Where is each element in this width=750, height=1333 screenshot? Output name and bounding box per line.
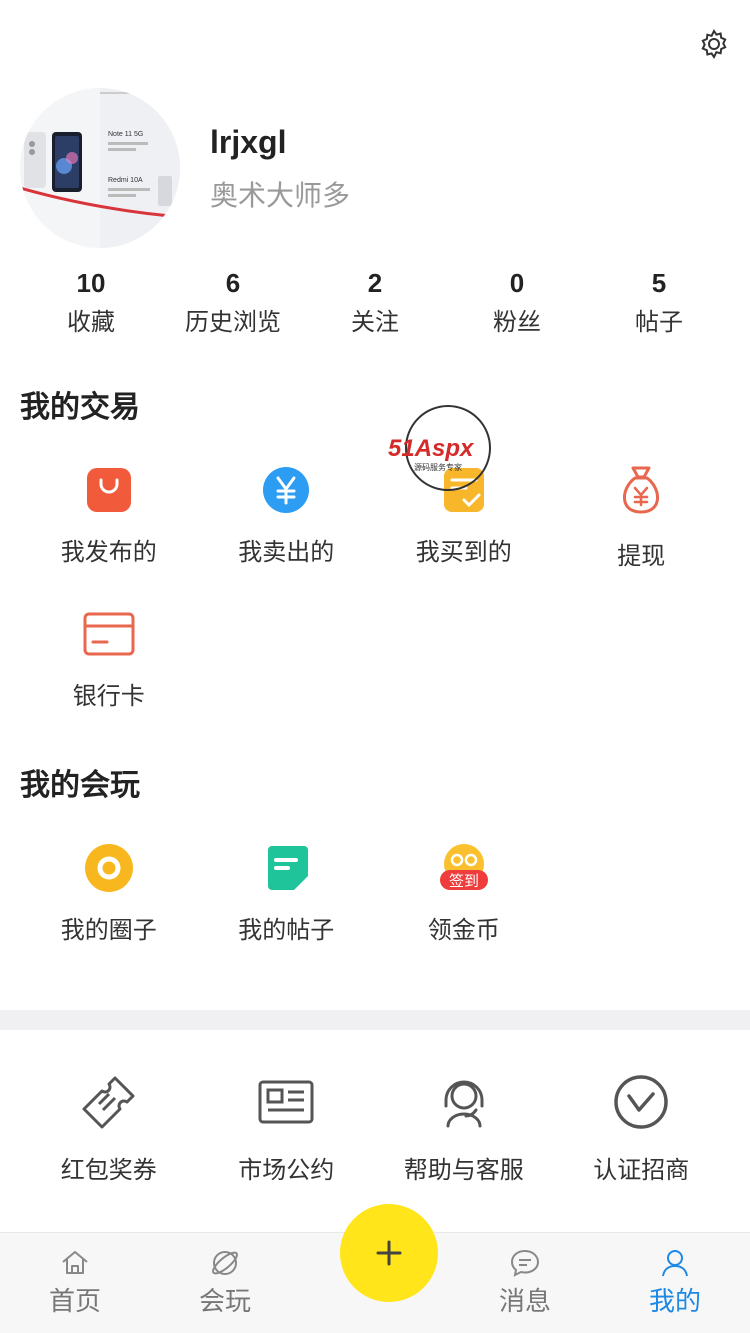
grid-item-label: 我的圈子 (60, 916, 157, 944)
stat-number: 0 (509, 268, 525, 298)
grid-item-coins[interactable]: 签到 领金币 (375, 840, 553, 984)
message-icon (509, 1247, 541, 1279)
user-bio: 奥术大师多 (210, 179, 351, 212)
play-grid: 我的圈子 我的帖子 签到 领金币 (20, 840, 730, 984)
tab-play[interactable]: 会玩 (150, 1233, 300, 1333)
username: lrjxgl (210, 124, 287, 160)
plus-icon (376, 1240, 402, 1266)
grid-item-label: 领金币 (427, 916, 500, 944)
tools-row: 红包奖券 市场公约 帮助与客服 认证招商 (20, 1072, 730, 1185)
watermark-brand: 51Aspx (388, 435, 475, 462)
grid-item-sold[interactable]: 我卖出的 (198, 462, 376, 606)
user-icon (659, 1247, 691, 1279)
tool-label: 认证招商 (593, 1156, 690, 1184)
trade-grid: 我发布的 我卖出的 我买到的 提现 银行卡 (20, 462, 730, 750)
stat-label: 历史浏览 (185, 308, 281, 336)
grid-item-label: 我卖出的 (238, 538, 335, 566)
stat-number: 2 (367, 268, 383, 298)
grid-item-label: 我发布的 (60, 538, 157, 566)
grid-item-withdraw[interactable]: 提现 (553, 462, 731, 606)
tool-market-rules[interactable]: 市场公约 (198, 1072, 376, 1185)
tab-label: 首页 (48, 1287, 101, 1317)
tool-help-service[interactable]: 帮助与客服 (375, 1072, 553, 1185)
stat-label: 粉丝 (493, 308, 541, 336)
post-note-icon (258, 840, 314, 896)
stat-favorites[interactable]: 10 收藏 (20, 266, 162, 346)
tool-label: 红包奖券 (60, 1156, 157, 1184)
stat-posts[interactable]: 5 帖子 (588, 266, 730, 346)
grid-item-my-circle[interactable]: 我的圈子 (20, 840, 198, 984)
section-title-play: 我的会玩 (20, 768, 140, 803)
tool-verify-merchant[interactable]: 认证招商 (553, 1072, 731, 1185)
tab-mine[interactable]: 我的 (600, 1233, 750, 1333)
sign-in-coin-icon: 签到 (436, 840, 492, 896)
yen-coin-icon (258, 462, 314, 518)
grid-item-label: 我买到的 (415, 538, 512, 566)
stat-number: 6 (225, 268, 241, 298)
grid-item-label: 银行卡 (72, 682, 145, 710)
home-icon (59, 1247, 91, 1279)
stats-row: 10 收藏 6 历史浏览 2 关注 0 粉丝 5 帖子 (20, 266, 730, 346)
coin-badge-text: 签到 (449, 872, 479, 890)
publish-fab-button[interactable] (340, 1204, 438, 1302)
grid-item-label: 我的帖子 (238, 916, 335, 944)
circle-icon (81, 840, 137, 896)
tab-label: 我的 (648, 1287, 701, 1317)
tool-label: 帮助与客服 (403, 1156, 524, 1184)
section-divider (0, 1010, 750, 1030)
verified-v-icon (611, 1072, 671, 1132)
stat-number: 10 (76, 268, 106, 298)
money-bag-icon (613, 462, 669, 518)
stat-number: 5 (651, 268, 667, 298)
avatar[interactable]: Note 11 5G Redmi 10A (20, 88, 180, 248)
watermark-logo: 51Aspx 源码服务专家 (388, 404, 512, 494)
profile-header[interactable]: Note 11 5G Redmi 10A lrjxgl 奥术大师多 (20, 88, 730, 248)
grid-item-my-posts[interactable]: 我的帖子 (198, 840, 376, 984)
tab-label: 会玩 (198, 1287, 251, 1317)
headset-icon (434, 1072, 494, 1132)
grid-item-label: 提现 (617, 542, 666, 570)
tab-home[interactable]: 首页 (0, 1233, 150, 1333)
stat-label: 帖子 (635, 308, 683, 336)
watermark-sub: 源码服务专家 (414, 462, 462, 472)
shopping-bag-icon (81, 462, 137, 518)
ticket-icon (79, 1072, 139, 1132)
tab-messages[interactable]: 消息 (450, 1233, 600, 1333)
tool-coupons[interactable]: 红包奖券 (20, 1072, 198, 1185)
stat-following[interactable]: 2 关注 (304, 266, 446, 346)
planet-icon (209, 1247, 241, 1279)
news-icon (256, 1072, 316, 1132)
settings-gear-icon[interactable] (698, 28, 730, 60)
stat-history[interactable]: 6 历史浏览 (162, 266, 304, 346)
grid-item-published[interactable]: 我发布的 (20, 462, 198, 606)
tool-label: 市场公约 (238, 1156, 335, 1184)
avatar-text-1: Note 11 5G (108, 131, 143, 138)
grid-item-bank-card[interactable]: 银行卡 (20, 606, 198, 750)
avatar-text-2: Redmi 10A (108, 177, 143, 184)
stat-fans[interactable]: 0 粉丝 (446, 266, 588, 346)
stat-label: 收藏 (67, 308, 115, 336)
stat-label: 关注 (351, 308, 399, 336)
bank-card-icon (81, 606, 137, 662)
tab-label: 消息 (498, 1287, 551, 1317)
section-title-trade: 我的交易 (20, 390, 140, 425)
